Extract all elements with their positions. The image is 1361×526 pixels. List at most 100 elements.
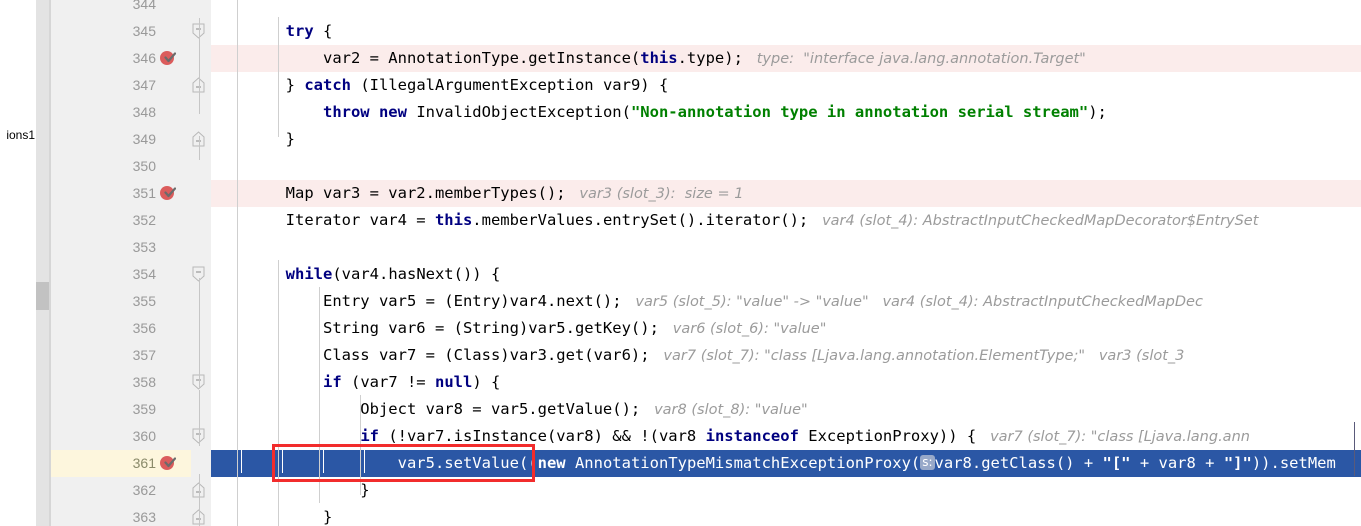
code-text[interactable]: } [211,504,332,526]
code-line-346[interactable]: 346 var2 = AnnotationType.getInstance(th… [51,45,1361,72]
code-text[interactable]: } [211,477,369,504]
line-number: 363 [132,509,156,525]
fold-connector-line [199,18,200,114]
code-text[interactable]: String var6 = (String)var5.getKey(); var… [211,315,826,342]
code-token-kw: new [537,454,566,472]
code-text[interactable]: if (!var7.isInstance(var8) && !(var8 ins… [211,423,1250,450]
code-line-360[interactable]: 360 if (!var7.isInstance(var8) && !(var8… [51,423,1361,450]
indent-guide [237,0,238,526]
code-token-plain: (!var7.isInstance(var8) && !(var8 [378,427,706,445]
code-line-344[interactable]: 344 [51,0,1361,18]
code-line-363[interactable]: 363 } [51,504,1361,526]
code-line-347[interactable]: 347 } catch (IllegalArgumentException va… [51,72,1361,99]
indent-guide [360,395,361,495]
code-token-kw: if [360,427,379,445]
breakpoint-verified-icon[interactable] [160,51,177,66]
code-line-357[interactable]: 357 Class var7 = (Class)var3.get(var6); … [51,342,1361,369]
vertical-scrollbar-track[interactable] [36,0,49,526]
code-token-plain: } [211,130,295,148]
line-number: 345 [132,23,156,39]
line-number: 352 [132,212,156,228]
code-text[interactable]: Map var3 = var2.memberTypes(); var3 (slo… [211,180,744,207]
line-number: 351 [132,185,156,201]
code-line-361[interactable]: 361 var5.setValue((new AnnotationTypeMis… [51,450,1361,477]
line-number: 350 [132,158,156,174]
code-text[interactable]: throw new InvalidObjectException("Non-an… [211,99,1107,126]
code-token-plain: (var4.hasNext()) { [332,265,501,283]
code-text[interactable]: try { [211,18,333,45]
code-token-plain: + var8 + [1130,454,1224,472]
code-line-358[interactable]: 358 if (var7 != null) { [51,369,1361,396]
parameter-hint-badge: s: [920,455,935,470]
code-token-hint: var3 (slot_3): size = 1 [565,186,744,202]
code-token-kw: this [434,211,473,229]
code-line-348[interactable]: 348 throw new InvalidObjectException("No… [51,99,1361,126]
code-line-352[interactable]: 352 Iterator var4 = this.memberValues.en… [51,207,1361,234]
fold-connector-line [199,390,200,420]
code-line-351[interactable]: 351 Map var3 = var2.memberTypes(); var3 … [51,180,1361,207]
code-token-kw: this [640,49,678,67]
code-line-359[interactable]: 359 Object var8 = var5.getValue(); var8 … [51,396,1361,423]
code-text[interactable]: } catch (IllegalArgumentException var9) … [211,72,669,99]
code-text[interactable]: } [211,126,295,153]
code-token-kw: if [322,373,342,391]
code-text[interactable]: Iterator var4 = this.memberValues.entryS… [211,207,1259,234]
fold-expand-end-icon[interactable] [192,509,209,526]
exec-line-separator [364,446,365,473]
code-token-plain: (var7 != [341,373,435,391]
code-text[interactable]: if (var7 != null) { [211,369,500,396]
code-line-345[interactable]: 345 try { [51,18,1361,45]
code-line-354[interactable]: 354 while(var4.hasNext()) { [51,261,1361,288]
code-lines: 344 345 try {346 var2 = AnnotationType.ge… [51,0,1361,526]
indent-guide [278,17,279,137]
code-editor[interactable]: 344 345 try {346 var2 = AnnotationType.ge… [51,0,1361,526]
line-number: 346 [132,50,156,66]
left-tool-window-label: ions1 [6,128,35,142]
code-line-362[interactable]: 362 } [51,477,1361,504]
code-token-plain: ) { [472,373,501,391]
code-token-plain: var5.setValue(( [211,454,538,472]
line-number: 355 [132,293,156,309]
code-text[interactable]: var2 = AnnotationType.getInstance(this.t… [211,45,1086,72]
code-token-str: "Non-annotation type in annotation seria… [630,103,1089,121]
line-number: 357 [132,347,156,363]
code-token-hint: var6 (slot_6): "value" [658,321,827,337]
code-text[interactable]: while(var4.hasNext()) { [211,261,501,288]
breakpoint-verified-icon[interactable] [160,186,177,201]
fold-connector-line [199,278,200,388]
code-line-349[interactable]: 349 } [51,126,1361,153]
code-token-plain: (IllegalArgumentException var9) { [351,76,669,94]
code-token-plain: .memberValues.entrySet().iterator(); [472,211,809,229]
line-number: 354 [132,266,156,282]
code-text[interactable]: Class var7 = (Class)var3.get(var6); var7… [211,342,1184,369]
code-token-plain: InvalidObjectException( [406,103,631,121]
code-line-355[interactable]: 355 Entry var5 = (Entry)var4.next(); var… [51,288,1361,315]
code-line-353[interactable]: 353 [51,234,1361,261]
indent-guide [278,260,279,526]
exec-line-separator [282,446,283,473]
code-token-plain: Iterator var4 = [211,211,435,229]
code-line-350[interactable]: 350 [51,153,1361,180]
exec-line-separator [241,446,242,473]
code-token-plain: .type); [677,49,743,67]
code-text[interactable]: Entry var5 = (Entry)var4.next(); var5 (s… [211,288,1203,315]
code-token-plain: var2 = AnnotationType.getInstance( [211,49,641,67]
code-text[interactable]: var5.setValue((new AnnotationTypeMismatc… [211,450,1336,477]
line-number: 362 [132,482,156,498]
line-number: 344 [132,0,156,12]
code-token-plain: Entry var5 = (Entry)var4.next(); [211,292,622,310]
vertical-scrollbar-thumb[interactable] [36,282,49,310]
code-line-356[interactable]: 356 String var6 = (String)var5.getKey();… [51,315,1361,342]
code-text[interactable]: Object var8 = var5.getValue(); var8 (slo… [211,396,808,423]
line-number: 349 [132,131,156,147]
breakpoint-verified-icon[interactable] [160,456,177,471]
code-token-kw: throw new [322,103,407,121]
line-highlight [211,504,1361,526]
left-tool-window: ions1 [0,0,36,526]
code-token-kw: while [285,265,333,283]
code-token-plain: Class var7 = (Class)var3.get(var6); [211,346,650,364]
code-token-hint: var8 (slot_8): "value" [640,402,808,418]
code-token-kw: null [434,373,473,391]
